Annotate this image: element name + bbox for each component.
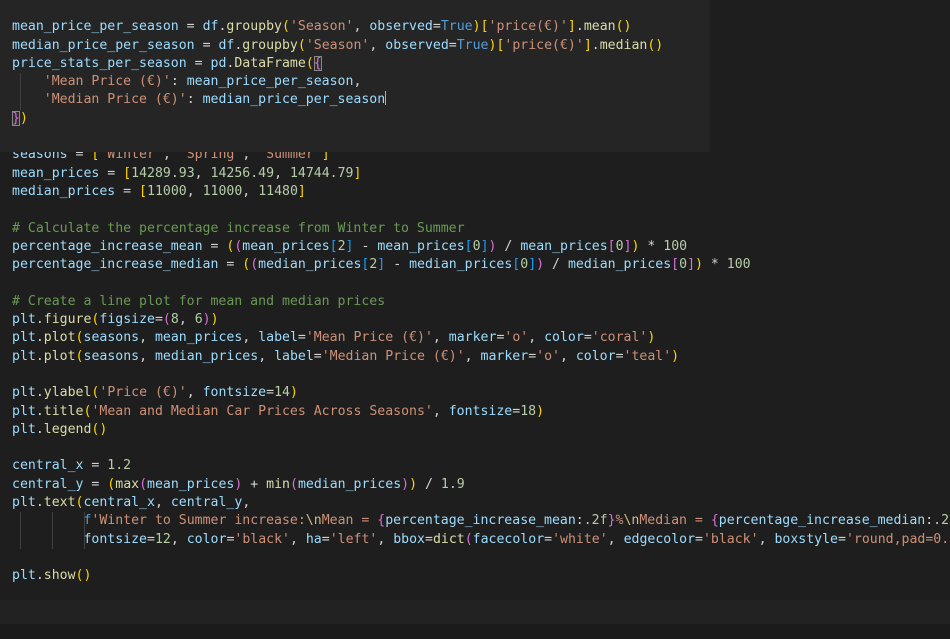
code-line-plot-mean[interactable]: plt.plot(seasons, mean_prices, label='Me… bbox=[0, 329, 950, 347]
code-line-show[interactable]: plt.show() bbox=[0, 567, 950, 585]
bracket-match-open: { bbox=[313, 55, 322, 71]
code-line-comment-plot[interactable]: # Create a line plot for mean and median… bbox=[0, 293, 950, 311]
token-function: figure bbox=[43, 312, 92, 328]
code-line-median-prices[interactable]: median_prices = [11000, 11000, 11480] bbox=[0, 183, 950, 201]
suggestion-line-mean: mean_price_per_season = df.groupby('Seas… bbox=[12, 19, 632, 35]
code-line-legend[interactable]: plt.legend() bbox=[0, 421, 950, 439]
code-line-ylabel[interactable]: plt.ylabel('Price (€)', fontsize=14) bbox=[0, 384, 950, 402]
code-line-mean-prices[interactable]: mean_prices = [14289.93, 14256.49, 14744… bbox=[0, 165, 950, 183]
suggestion-line-dataframe: price_stats_per_season = pd.DataFrame({ bbox=[12, 55, 322, 71]
code-line-comment-pct[interactable]: # Calculate the percentage increase from… bbox=[0, 220, 950, 238]
token-number: 14744.79 bbox=[289, 165, 354, 181]
suggestion-line-close: }) bbox=[12, 110, 28, 126]
token-number: 14289.93 bbox=[131, 165, 195, 181]
code-line-central-x[interactable]: central_x = 1.2 bbox=[0, 457, 950, 475]
suggestion-line-median: median_price_per_season = df.groupby('Se… bbox=[12, 37, 664, 53]
code-line-text-fstring[interactable]: f'Winter to Summer increase:\nMean = {pe… bbox=[0, 512, 950, 531]
inline-suggestion-panel[interactable]: mean_price_per_season = df.groupby('Seas… bbox=[0, 0, 710, 152]
token-number: 14256.49 bbox=[210, 165, 275, 181]
editor-bottom-fill bbox=[0, 600, 950, 624]
code-line-text-bbox[interactable]: fontsize=12, color='black', ha='left', b… bbox=[0, 530, 950, 549]
token-keyword: True bbox=[440, 19, 473, 35]
text-cursor bbox=[384, 91, 386, 106]
code-line-central-y[interactable]: central_y = (max(mean_prices) + min(medi… bbox=[0, 476, 950, 494]
bracket-match-close: } bbox=[12, 110, 20, 126]
suggestion-line-mean-key: 'Mean Price (€)': mean_price_per_season, bbox=[0, 73, 710, 92]
code-line-plot-median[interactable]: plt.plot(seasons, median_prices, label='… bbox=[0, 348, 950, 366]
code-line-pct-mean[interactable]: percentage_increase_mean = ((mean_prices… bbox=[0, 238, 950, 256]
token-escape: \n bbox=[305, 513, 322, 529]
code-line-text-open[interactable]: plt.text(central_x, central_y, bbox=[0, 494, 950, 512]
token-comment: # Create a line plot for mean and median… bbox=[12, 293, 386, 309]
code-line-pct-median[interactable]: percentage_increase_median = ((median_pr… bbox=[0, 256, 950, 274]
code-line-title[interactable]: plt.title('Mean and Median Car Prices Ac… bbox=[0, 403, 950, 421]
suggestion-line-median-key: 'Median Price (€)': median_price_per_sea… bbox=[0, 91, 710, 110]
token-comment: # Calculate the percentage increase from… bbox=[12, 220, 465, 236]
code-editor[interactable]: seasons = ['Winter', 'Spring', 'Summer']… bbox=[0, 0, 950, 639]
status-bar[interactable] bbox=[0, 624, 950, 639]
inline-suggestion-content: mean_price_per_season = df.groupby('Seas… bbox=[0, 0, 710, 128]
code-line-figure[interactable]: plt.figure(figsize=(8, 6)) bbox=[0, 311, 950, 329]
